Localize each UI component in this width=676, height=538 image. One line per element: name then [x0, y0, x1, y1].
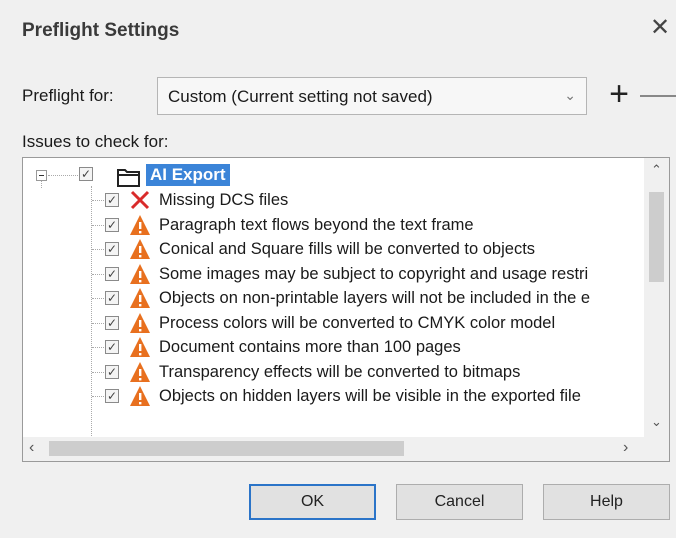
list-item[interactable]: ✓ Objects on hidden layers will be visibl…	[23, 384, 643, 408]
list-item[interactable]: ✓ Transparency effects will be converted …	[23, 360, 643, 384]
issue-checkbox[interactable]: ✓	[105, 266, 119, 281]
issue-label: Conical and Square fills will be convert…	[159, 240, 536, 258]
root-checkbox[interactable]: ✓	[79, 167, 93, 181]
list-item[interactable]: ✓ Conical and Square fills will be conver…	[23, 237, 643, 261]
issue-label: Paragraph text flows beyond the text fra…	[159, 215, 474, 234]
list-item[interactable]: ✓ Missing DCS files	[23, 188, 643, 212]
tree-root-row[interactable]: ✓ AI Export	[23, 161, 663, 187]
issue-label: Transparency effects will be converted t…	[159, 362, 521, 381]
issue-label: Document contains more than 100 pages	[159, 338, 461, 356]
tree-connector	[92, 273, 104, 275]
preflight-for-label: Preflight for:	[22, 86, 114, 105]
horizontal-scrollbar[interactable]: ‹ ›	[23, 437, 669, 461]
collapse-icon[interactable]	[36, 170, 47, 181]
vertical-scroll-thumb[interactable]	[649, 192, 664, 282]
issue-label: Some images may be subject to copyright …	[159, 264, 589, 283]
issue-label: Missing DCS files	[159, 191, 289, 209]
folder-icon	[117, 169, 140, 187]
chevron-down-icon: ⌄	[564, 87, 576, 103]
tree-connector	[92, 249, 104, 250]
add-preset-button[interactable]: +	[603, 76, 635, 114]
issue-checkbox[interactable]: ✓	[105, 193, 119, 207]
vertical-scrollbar[interactable]: ⌃ ⌄	[644, 158, 669, 438]
issue-label: Process colors will be converted to CMYK…	[159, 313, 556, 332]
warning-icon	[130, 312, 150, 333]
remove-preset-button[interactable]	[640, 95, 676, 97]
list-item[interactable]: ✓ Some images may be subject to copyright…	[23, 262, 643, 286]
tree-connector	[92, 347, 104, 348]
warning-icon	[130, 239, 150, 259]
close-icon[interactable]: ✕	[648, 16, 672, 40]
root-label: AI Export	[146, 164, 230, 186]
issue-checkbox[interactable]: ✓	[105, 364, 119, 379]
warning-icon	[130, 214, 150, 235]
tree-connector	[48, 175, 78, 176]
help-button[interactable]: Help	[543, 484, 670, 520]
tree-connector	[92, 224, 104, 226]
list-item[interactable]: ✓ Objects on non-printable layers will no…	[23, 286, 643, 310]
scroll-up-icon[interactable]: ⌃	[644, 162, 669, 178]
warning-icon	[130, 386, 150, 406]
horizontal-scroll-thumb[interactable]	[49, 441, 404, 456]
scroll-left-icon[interactable]: ‹	[29, 439, 34, 457]
issue-checkbox[interactable]: ✓	[105, 389, 119, 403]
warning-icon	[130, 288, 150, 308]
issue-checkbox[interactable]: ✓	[105, 340, 119, 354]
list-item[interactable]: ✓ Paragraph text flows beyond the text fr…	[23, 213, 643, 237]
issues-tree[interactable]: ✓ AI Export ✓ Missing DCS files ✓ Paragraph…	[22, 157, 670, 462]
issue-label: Objects on non-printable layers will not…	[159, 289, 591, 307]
preflight-for-value: Custom (Current setting not saved)	[168, 87, 433, 106]
error-x-icon	[130, 190, 150, 210]
scroll-down-icon[interactable]: ⌄	[644, 414, 669, 430]
tree-connector	[92, 371, 104, 373]
warning-icon	[130, 337, 150, 357]
tree-connector	[92, 200, 104, 201]
issues-label: Issues to check for:	[22, 132, 169, 151]
dialog-title: Preflight Settings	[22, 20, 180, 41]
scroll-right-icon[interactable]: ›	[623, 439, 628, 457]
warning-icon	[130, 263, 150, 284]
tree-connector	[92, 322, 104, 324]
tree-connector	[92, 298, 104, 299]
list-item[interactable]: ✓ Process colors will be converted to CMY…	[23, 311, 643, 335]
issue-checkbox[interactable]: ✓	[105, 291, 119, 305]
issue-checkbox[interactable]: ✓	[105, 242, 119, 256]
issue-label: Objects on hidden layers will be visible…	[159, 387, 581, 405]
issue-checkbox[interactable]: ✓	[105, 217, 119, 232]
ok-button[interactable]: OK	[249, 484, 376, 520]
tree-connector	[92, 396, 104, 397]
preflight-for-select[interactable]: Custom (Current setting not saved) ⌄	[157, 77, 587, 115]
list-item[interactable]: ✓ Document contains more than 100 pages	[23, 335, 643, 359]
warning-icon	[130, 361, 150, 382]
cancel-button[interactable]: Cancel	[396, 484, 523, 520]
issue-checkbox[interactable]: ✓	[105, 315, 119, 330]
